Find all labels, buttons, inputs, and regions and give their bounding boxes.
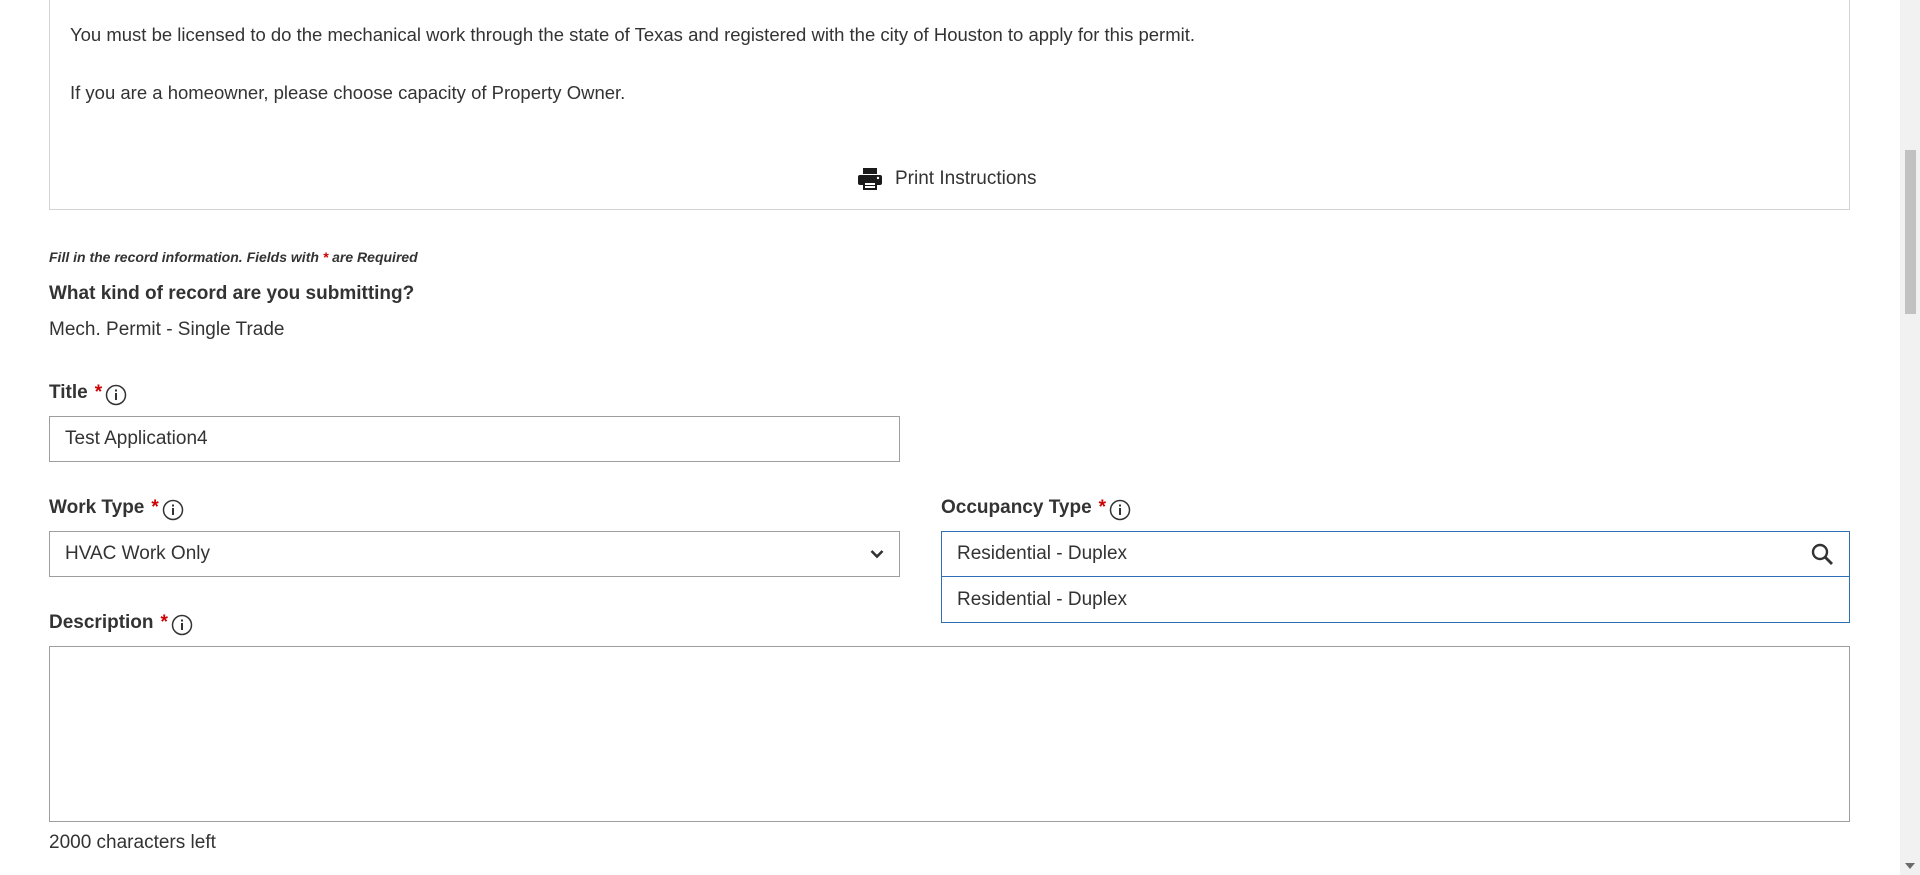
occupancy-type-dropdown: Residential - Duplex [941,577,1850,623]
required-note-suffix: are Required [328,249,418,265]
title-label: Title * [49,382,127,406]
search-icon[interactable] [1810,542,1834,566]
occupancy-type-label-text: Occupancy Type [941,497,1092,518]
print-instructions-label: Print Instructions [895,168,1037,189]
required-note-prefix: Fill in the record information. Fields w… [49,249,323,265]
title-input[interactable] [49,416,900,462]
work-type-label-text: Work Type [49,497,145,518]
occupancy-type-search-input[interactable]: Residential - Duplex [941,531,1850,577]
dropdown-option[interactable]: Residential - Duplex [942,577,1849,622]
record-type-value: Mech. Permit - Single Trade [49,319,285,340]
instructions-license-text: You must be licensed to do the mechanica… [70,24,1196,45]
description-label-text: Description [49,612,154,633]
description-textarea[interactable] [49,646,1850,822]
instructions-homeowner-text: If you are a homeowner, please choose ca… [70,82,626,103]
description-required-star: * [160,612,168,633]
occupancy-type-input-value: Residential - Duplex [957,543,1128,564]
work-type-selected-value: HVAC Work Only [65,543,210,564]
info-icon[interactable] [1109,499,1131,521]
page-scrollbar[interactable] [1900,0,1920,875]
info-icon[interactable] [162,499,184,521]
scroll-down-arrow-icon[interactable] [1905,863,1915,869]
instructions-panel: You must be licensed to do the mechanica… [49,0,1850,210]
description-char-count: 2000 characters left [49,832,216,853]
occupancy-type-label: Occupancy Type * [941,497,1131,521]
description-label: Description * [49,612,193,636]
work-type-label: Work Type * [49,497,184,521]
chevron-down-icon [870,550,884,559]
print-instructions-button[interactable]: Print Instructions [858,168,1037,190]
title-required-star: * [94,382,103,403]
scrollbar-thumb[interactable] [1905,150,1916,314]
work-type-required-star: * [151,497,159,518]
record-question: What kind of record are you submitting? [49,283,415,304]
title-label-text: Title [49,382,88,403]
info-icon[interactable] [171,614,193,636]
printer-icon [858,168,882,190]
occupancy-type-required-star: * [1098,497,1107,518]
info-icon[interactable] [105,384,127,406]
work-type-select[interactable]: HVAC Work Only [49,531,900,577]
required-fields-note: Fill in the record information. Fields w… [49,249,418,265]
